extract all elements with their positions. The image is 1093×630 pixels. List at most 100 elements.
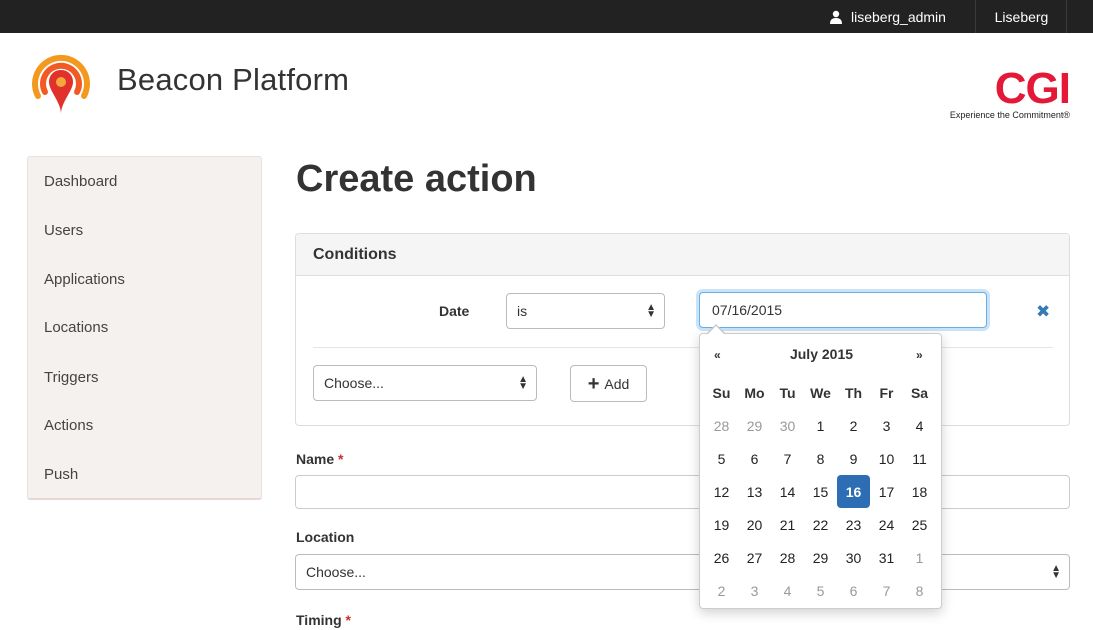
sidebar-item-triggers[interactable]: Triggers	[44, 369, 98, 386]
new-condition-select[interactable]: Choose... ▲ ▼	[313, 365, 537, 401]
partner-logo: CGI Experience the Commitment®	[930, 64, 1071, 121]
calendar-day[interactable]: 27	[738, 541, 771, 574]
name-field[interactable]	[295, 475, 1070, 509]
calendar-day[interactable]: 26	[705, 541, 738, 574]
calendar-day[interactable]: 3	[738, 574, 771, 607]
calendar-day[interactable]: 25	[903, 508, 936, 541]
plus-icon: +	[587, 372, 600, 395]
calendar-day[interactable]: 23	[837, 508, 870, 541]
calendar-day[interactable]: 7	[771, 442, 804, 475]
calendar-day[interactable]: 30	[771, 409, 804, 442]
weekday-header: Fr	[879, 384, 894, 401]
brand-title: Beacon Platform	[117, 62, 350, 97]
required-marker: *	[345, 612, 351, 628]
calendar-day[interactable]: 4	[771, 574, 804, 607]
user-menu[interactable]: liseberg_admin	[815, 0, 976, 33]
next-month-button[interactable]: »	[916, 348, 923, 362]
location-select[interactable]: Choose... ▲ ▼	[295, 554, 1070, 590]
sidebar-item-dashboard[interactable]: Dashboard	[44, 173, 117, 190]
sidebar-item-applications[interactable]: Applications	[44, 271, 125, 288]
month-title[interactable]: July 2015	[700, 346, 943, 362]
partner-mark: CGI	[994, 64, 1071, 113]
select-arrows-icon: ▲ ▼	[646, 302, 656, 320]
top-navbar: liseberg_admin Liseberg	[0, 0, 1093, 33]
calendar-day[interactable]: 8	[804, 442, 837, 475]
name-label: Name *	[296, 451, 343, 467]
calendar-day[interactable]: 6	[837, 574, 870, 607]
calendar-day[interactable]: 21	[771, 508, 804, 541]
calendar-day[interactable]: 4	[903, 409, 936, 442]
calendar-day[interactable]: 3	[870, 409, 903, 442]
calendar-day[interactable]: 31	[870, 541, 903, 574]
calendar-day[interactable]: 29	[804, 541, 837, 574]
calendar-day[interactable]: 2	[837, 409, 870, 442]
calendar-day[interactable]: 30	[837, 541, 870, 574]
calendar-day[interactable]: 14	[771, 475, 804, 508]
weekday-header: We	[810, 384, 831, 401]
username-label: liseberg_admin	[851, 8, 946, 25]
calendar-grid: Su Mo Tu We Th Fr Sa 28 29 30 1 2 3 4 5 6 7 8 9 10 11 12 13 14 1…	[705, 376, 936, 607]
calendar-day[interactable]: 13	[738, 475, 771, 508]
calendar-day[interactable]: 20	[738, 508, 771, 541]
calendar-day-selected[interactable]: 16	[837, 475, 870, 508]
partner-tagline: Experience the Commitment®	[949, 110, 1070, 120]
select-arrows-icon: ▲ ▼	[1051, 563, 1061, 581]
sidebar-item-locations[interactable]: Locations	[44, 319, 108, 336]
date-condition-label: Date	[439, 303, 470, 319]
calendar-day[interactable]: 10	[870, 442, 903, 475]
calendar-day[interactable]: 1	[903, 541, 936, 574]
add-condition-button[interactable]: + Add	[570, 365, 647, 402]
conditions-heading: Conditions	[296, 234, 1069, 276]
timing-label: Timing *	[296, 612, 351, 628]
timing-label-text: Timing	[296, 612, 342, 628]
calendar-day[interactable]: 2	[705, 574, 738, 607]
sidebar-item-actions[interactable]: Actions	[44, 417, 93, 434]
weekday-header: Sa	[910, 384, 929, 401]
required-marker: *	[338, 451, 344, 467]
calendar-day[interactable]: 28	[771, 541, 804, 574]
beacon-logo-icon	[32, 54, 90, 114]
calendar-day[interactable]: 8	[903, 574, 936, 607]
operator-select-value: is	[517, 303, 528, 319]
calendar-day[interactable]: 24	[870, 508, 903, 541]
calendar-day[interactable]: 29	[738, 409, 771, 442]
weekday-header: Th	[844, 384, 863, 401]
page-title: Create action	[296, 158, 537, 200]
user-icon	[830, 10, 842, 24]
weekday-header: Su	[712, 384, 731, 401]
calendar-day[interactable]: 18	[903, 475, 936, 508]
operator-select[interactable]: is ▲ ▼	[506, 293, 665, 329]
calendar-day[interactable]: 22	[804, 508, 837, 541]
select-arrows-icon: ▲ ▼	[518, 374, 528, 392]
calendar-day[interactable]: 28	[705, 409, 738, 442]
date-input[interactable]: 07/16/2015	[699, 292, 987, 328]
remove-condition-icon[interactable]: ✖	[1036, 302, 1050, 322]
add-button-label: Add	[604, 375, 630, 392]
name-label-text: Name	[296, 451, 335, 467]
calendar-day[interactable]: 5	[705, 442, 738, 475]
calendar-day[interactable]: 7	[870, 574, 903, 607]
calendar-day[interactable]: 6	[738, 442, 771, 475]
new-condition-select-value: Choose...	[324, 375, 384, 391]
datepicker-caret-fill	[708, 326, 724, 334]
sidebar-item-push[interactable]: Push	[44, 466, 78, 483]
location-label: Location	[296, 529, 355, 545]
date-input-value: 07/16/2015	[712, 302, 783, 318]
calendar-day[interactable]: 1	[804, 409, 837, 442]
sidebar-nav: Dashboard Users Applications Locations T…	[27, 156, 262, 500]
weekday-header: Mo	[744, 384, 765, 401]
organization-label: Liseberg	[994, 8, 1049, 25]
calendar-day[interactable]: 11	[903, 442, 936, 475]
calendar-day[interactable]: 9	[837, 442, 870, 475]
location-select-value: Choose...	[306, 564, 366, 580]
calendar-day[interactable]: 17	[870, 475, 903, 508]
calendar-day[interactable]: 12	[705, 475, 738, 508]
datepicker-popup: « July 2015 » Su Mo Tu We Th Fr Sa 28 29 30 1 2 3 4 5 6…	[699, 333, 942, 609]
sidebar-item-users[interactable]: Users	[44, 222, 83, 239]
datepicker-header: « July 2015 »	[700, 346, 943, 366]
weekday-header: Tu	[779, 384, 796, 401]
calendar-day[interactable]: 15	[804, 475, 837, 508]
calendar-day[interactable]: 19	[705, 508, 738, 541]
calendar-day[interactable]: 5	[804, 574, 837, 607]
organization-menu[interactable]: Liseberg	[977, 0, 1067, 33]
